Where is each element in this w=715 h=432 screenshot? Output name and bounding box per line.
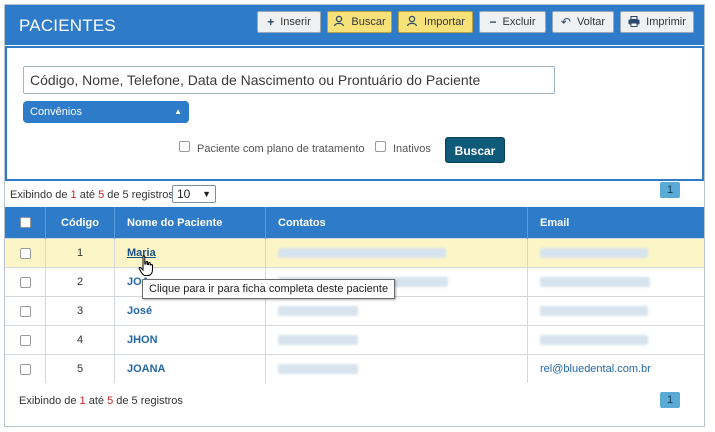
select-all-checkbox[interactable] — [19, 217, 31, 229]
patient-email-link[interactable]: rel@bluedental.com.br — [540, 363, 651, 375]
search-submit-button[interactable]: Buscar — [445, 137, 505, 163]
per-page-select[interactable]: 10 ▼ — [172, 185, 216, 203]
patient-name-link[interactable]: José — [127, 305, 152, 317]
records-info-top: Exibindo de 1 até 5 de 5 registros — [10, 189, 174, 201]
plus-icon: + — [267, 15, 275, 29]
blurred-email — [540, 248, 648, 259]
patient-search-input[interactable] — [23, 66, 555, 94]
column-header-codigo[interactable]: Código — [45, 207, 115, 239]
contatos-cell — [265, 325, 528, 355]
row-checkbox-cell — [5, 325, 46, 355]
patient-name-link[interactable]: JHON — [127, 334, 158, 346]
inactive-checkbox[interactable] — [375, 141, 386, 152]
user-search-icon — [333, 15, 345, 29]
delete-button[interactable]: − Excluir — [479, 11, 546, 33]
search-panel: Convênios ▲ Paciente com plano de tratam… — [5, 46, 704, 181]
header-bar: PACIENTES + Inserir Buscar Importar − Ex… — [5, 5, 704, 45]
minus-icon: − — [489, 15, 497, 29]
contatos-cell — [265, 354, 528, 383]
printer-icon — [628, 15, 640, 29]
row-checkbox-cell — [5, 296, 46, 326]
column-header-email[interactable]: Email — [527, 207, 704, 239]
codigo-cell: 2 — [45, 267, 115, 297]
contatos-cell — [265, 238, 528, 268]
treatment-plan-label: Paciente com plano de tratamento — [197, 143, 365, 155]
page-button-bottom[interactable]: 1 — [660, 392, 680, 408]
row-checkbox[interactable] — [19, 305, 31, 317]
patients-window: PACIENTES + Inserir Buscar Importar − Ex… — [4, 4, 705, 427]
row-checkbox-cell — [5, 354, 46, 383]
convenios-select[interactable]: Convênios ▲ — [23, 101, 189, 123]
search-button-header[interactable]: Buscar — [327, 11, 392, 33]
blurred-email — [540, 277, 650, 288]
insert-button[interactable]: + Inserir — [257, 11, 321, 33]
patient-name-link[interactable]: JOANA — [127, 363, 166, 375]
select-arrows-icon: ▲ — [174, 107, 182, 116]
table-row[interactable]: 3 José — [5, 296, 704, 326]
page-button-top[interactable]: 1 — [660, 182, 680, 198]
records-info-bottom: Exibindo de 1 até 5 de 5 registros — [19, 395, 183, 407]
row-checkbox[interactable] — [19, 363, 31, 375]
column-header-nome[interactable]: Nome do Paciente — [114, 207, 266, 239]
dropdown-arrow-icon: ▼ — [202, 189, 211, 199]
table-header-row: Código Nome do Paciente Contatos Email — [5, 207, 704, 239]
blurred-email — [540, 335, 648, 346]
codigo-cell: 5 — [45, 354, 115, 383]
row-checkbox[interactable] — [19, 276, 31, 288]
column-header-contatos[interactable]: Contatos — [265, 207, 528, 239]
codigo-cell: 1 — [45, 238, 115, 268]
inactive-label: Inativos — [393, 143, 431, 155]
treatment-plan-checkbox[interactable] — [179, 141, 190, 152]
email-cell — [527, 238, 704, 268]
table-row[interactable]: 1 Maria — [5, 238, 704, 268]
row-checkbox-cell — [5, 238, 46, 268]
email-cell: rel@bluedental.com.br — [527, 354, 704, 383]
back-arrow-icon: ↶ — [560, 15, 571, 29]
blurred-contact — [278, 335, 358, 346]
codigo-cell: 3 — [45, 296, 115, 326]
back-button[interactable]: ↶ Voltar — [552, 11, 614, 33]
print-button[interactable]: Imprimir — [620, 11, 694, 33]
tooltip: Clique para ir para ficha completa deste… — [142, 279, 396, 299]
contatos-cell — [265, 296, 528, 326]
blurred-contact — [278, 248, 446, 259]
blurred-contact — [278, 364, 358, 375]
email-cell — [527, 267, 704, 297]
nome-cell: JOANA — [114, 354, 266, 383]
table-row[interactable]: 5 JOANA rel@bluedental.com.br — [5, 354, 704, 383]
table-row[interactable]: 4 JHON — [5, 325, 704, 355]
email-cell — [527, 325, 704, 355]
row-checkbox-cell — [5, 267, 46, 297]
blurred-email — [540, 306, 648, 317]
blurred-contact — [278, 306, 358, 317]
select-all-header — [5, 207, 46, 239]
row-checkbox[interactable] — [19, 334, 31, 346]
page-title: PACIENTES — [19, 16, 116, 35]
nome-cell: JHON — [114, 325, 266, 355]
nome-cell: José — [114, 296, 266, 326]
codigo-cell: 4 — [45, 325, 115, 355]
user-import-icon — [406, 15, 418, 29]
row-checkbox[interactable] — [19, 247, 31, 259]
email-cell — [527, 296, 704, 326]
import-button[interactable]: Importar — [398, 11, 473, 33]
hand-cursor-icon — [138, 255, 153, 276]
